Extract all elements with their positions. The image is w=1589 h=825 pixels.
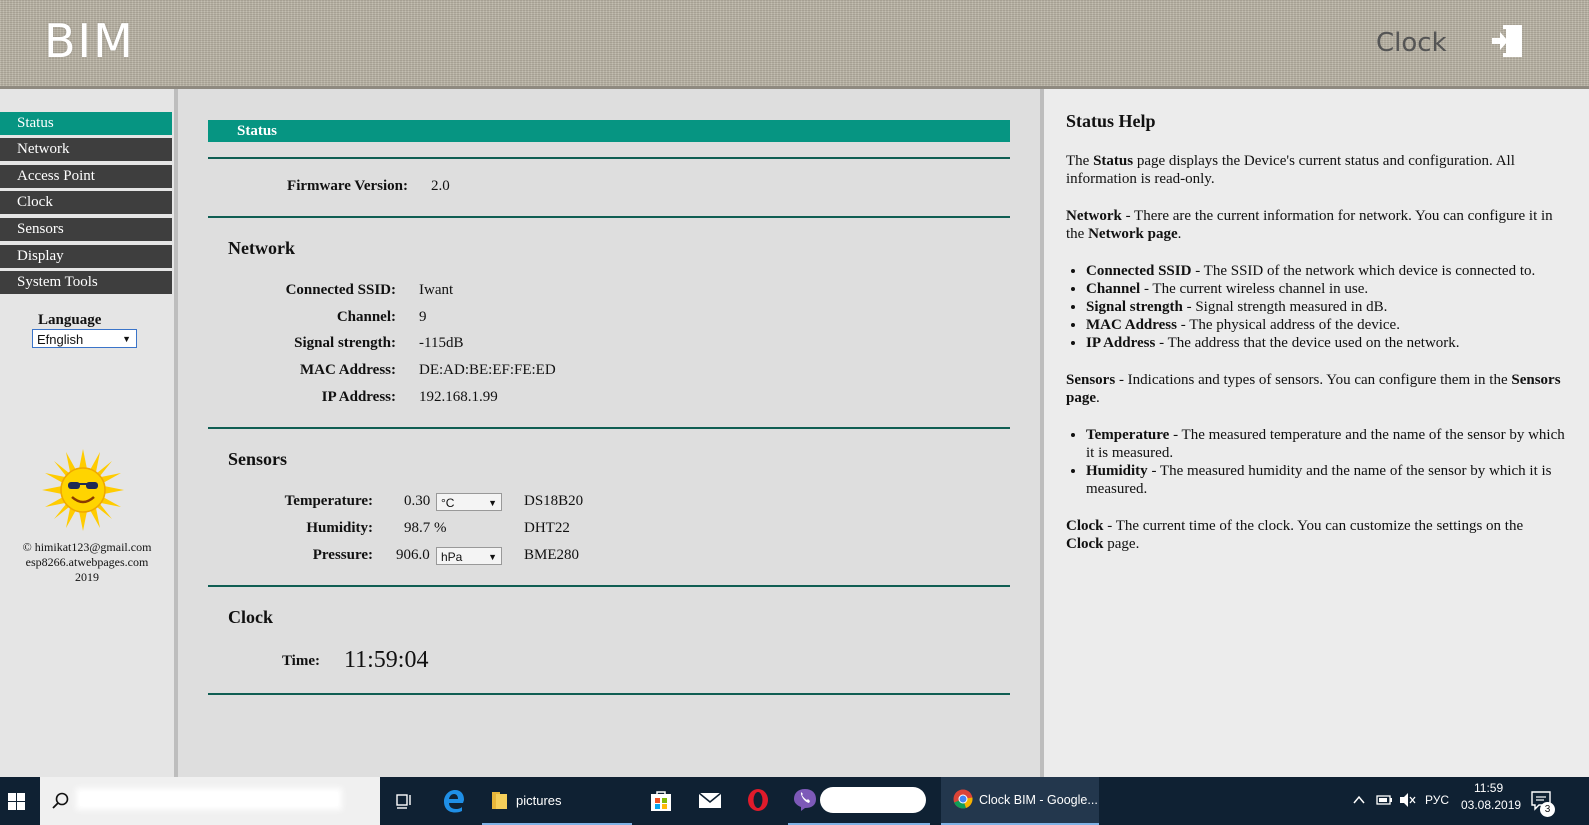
mac-label: MAC Address: [300,362,396,378]
main-panel: Status Firmware Version: 2.0 Network Con… [178,89,1044,777]
store-icon[interactable] [649,788,673,812]
language-label: Language [38,312,102,328]
mail-icon[interactable] [698,791,722,809]
sun-icon [42,449,124,531]
chevron-up-icon[interactable] [1352,793,1366,807]
humidity-label: Humidity: [306,520,373,536]
clock-title: Clock [228,607,273,627]
pressure-unit: hPa [441,550,463,564]
chevron-down-icon: ▼ [488,498,497,508]
list-item: Humidity - The measured humidity and the… [1086,462,1566,498]
pressure-label: Pressure: [312,547,373,563]
sidebar-item-status[interactable]: Status [0,112,172,135]
list-item: MAC Address - The physical address of th… [1086,316,1566,334]
status-header: Status [208,120,1010,142]
divider [208,157,1010,159]
divider [208,585,1010,587]
page-title: Clock [1376,28,1447,58]
help-title: Status Help [1066,111,1156,131]
task-view-icon[interactable] [394,791,414,811]
header: BIM Clock [0,0,1589,89]
help-sensors-list: Temperature - The measured temperature a… [1066,426,1566,498]
channel-label: Channel: [336,309,396,325]
pressure-unit-select[interactable]: hPa ▼ [436,547,502,565]
humidity-sensor: DHT22 [524,520,570,536]
search-icon [52,792,69,809]
temperature-sensor: DS18B20 [524,493,584,509]
list-item: Connected SSID - The SSID of the network… [1086,262,1566,280]
volume-muted-icon[interactable] [1399,792,1417,808]
copyright: © himikat123@gmail.com esp8266.atwebpage… [0,540,174,585]
signal-label: Signal strength: [294,335,396,351]
mac-value: DE:AD:BE:EF:FE:ED [419,362,556,378]
firmware-value: 2.0 [431,178,450,194]
sidebar-item-system-tools[interactable]: System Tools [0,271,172,294]
notification-count-badge: 3 [1540,802,1555,817]
signal-value: -115dB [419,335,464,351]
opera-icon[interactable] [746,788,770,812]
chevron-down-icon: ▼ [488,552,497,562]
pressure-sensor: BME280 [524,547,580,563]
help-network-list: Connected SSID - The SSID of the network… [1066,262,1566,352]
sidebar: Status Network Access Point Clock Sensor… [0,89,178,777]
input-language[interactable]: РУС [1425,793,1449,807]
chrome-icon [953,789,973,809]
redacted-area [820,787,926,813]
list-item: Channel - The current wireless channel i… [1086,280,1566,298]
language-value: Efnglish [37,332,84,347]
divider [208,216,1010,218]
ip-value: 192.168.1.99 [419,389,498,405]
help-panel: Status Help The Status page displays the… [1044,89,1589,777]
temperature-unit: °C [441,496,455,510]
firmware-label: Firmware Version: [287,178,408,194]
help-sensors-paragraph: Sensors - Indications and types of senso… [1066,372,1561,406]
language-select[interactable]: Efnglish ▼ [32,329,137,348]
copyright-site: esp8266.atwebpages.com [25,555,149,569]
help-clock-paragraph: Clock - The current time of the clock. Y… [1066,518,1524,552]
clock-time[interactable]: 11:59 [1474,781,1503,795]
list-item: IP Address - The address that the device… [1086,334,1566,352]
redacted-area [80,792,338,806]
help-status-paragraph: The Status page displays the Device's cu… [1066,153,1515,187]
sidebar-item-access-point[interactable]: Access Point [0,165,172,188]
list-item: Signal strength - Signal strength measur… [1086,298,1566,316]
taskbar-search-box[interactable] [40,777,380,825]
temperature-label: Temperature: [284,493,373,509]
network-title: Network [228,238,295,258]
sensors-title: Sensors [228,449,288,469]
help-network-paragraph: Network - There are the current informat… [1066,208,1553,242]
divider [208,693,1010,695]
explorer-label[interactable]: pictures [516,793,562,808]
sidebar-item-sensors[interactable]: Sensors [0,218,172,241]
ssid-label: Connected SSID: [285,282,396,298]
copyright-email: © himikat123@gmail.com [22,540,152,554]
time-value: 11:59:04 [344,647,429,673]
taskbar: pictures Clock BIM - Google... РУС 11:59… [0,777,1589,825]
sidebar-item-display[interactable]: Display [0,245,172,268]
logo[interactable]: BIM [44,14,135,68]
copyright-year: 2019 [75,570,99,584]
chrome-label: Clock BIM - Google... [979,793,1098,807]
taskbar-chrome-app[interactable]: Clock BIM - Google... [941,777,1099,825]
list-item: Temperature - The measured temperature a… [1086,426,1566,462]
sidebar-item-clock[interactable]: Clock [0,191,172,214]
divider [208,427,1010,429]
logout-icon[interactable] [1492,24,1524,58]
humidity-value: 98.7 % [404,520,447,536]
windows-start-icon[interactable] [8,793,25,810]
ssid-value: Iwant [419,282,454,298]
ip-label: IP Address: [321,389,396,405]
time-label: Time: [281,653,320,669]
chevron-down-icon: ▼ [122,334,131,344]
temperature-unit-select[interactable]: °C ▼ [436,493,502,511]
temperature-value: 0.30 [404,493,431,509]
sidebar-item-network[interactable]: Network [0,138,172,161]
battery-icon[interactable] [1375,792,1393,808]
edge-icon[interactable] [442,789,466,813]
viber-icon[interactable] [793,788,817,812]
pressure-value: 906.0 [396,547,430,563]
folder-icon[interactable] [490,790,510,810]
clock-date[interactable]: 03.08.2019 [1461,798,1521,812]
channel-value: 9 [419,309,427,325]
